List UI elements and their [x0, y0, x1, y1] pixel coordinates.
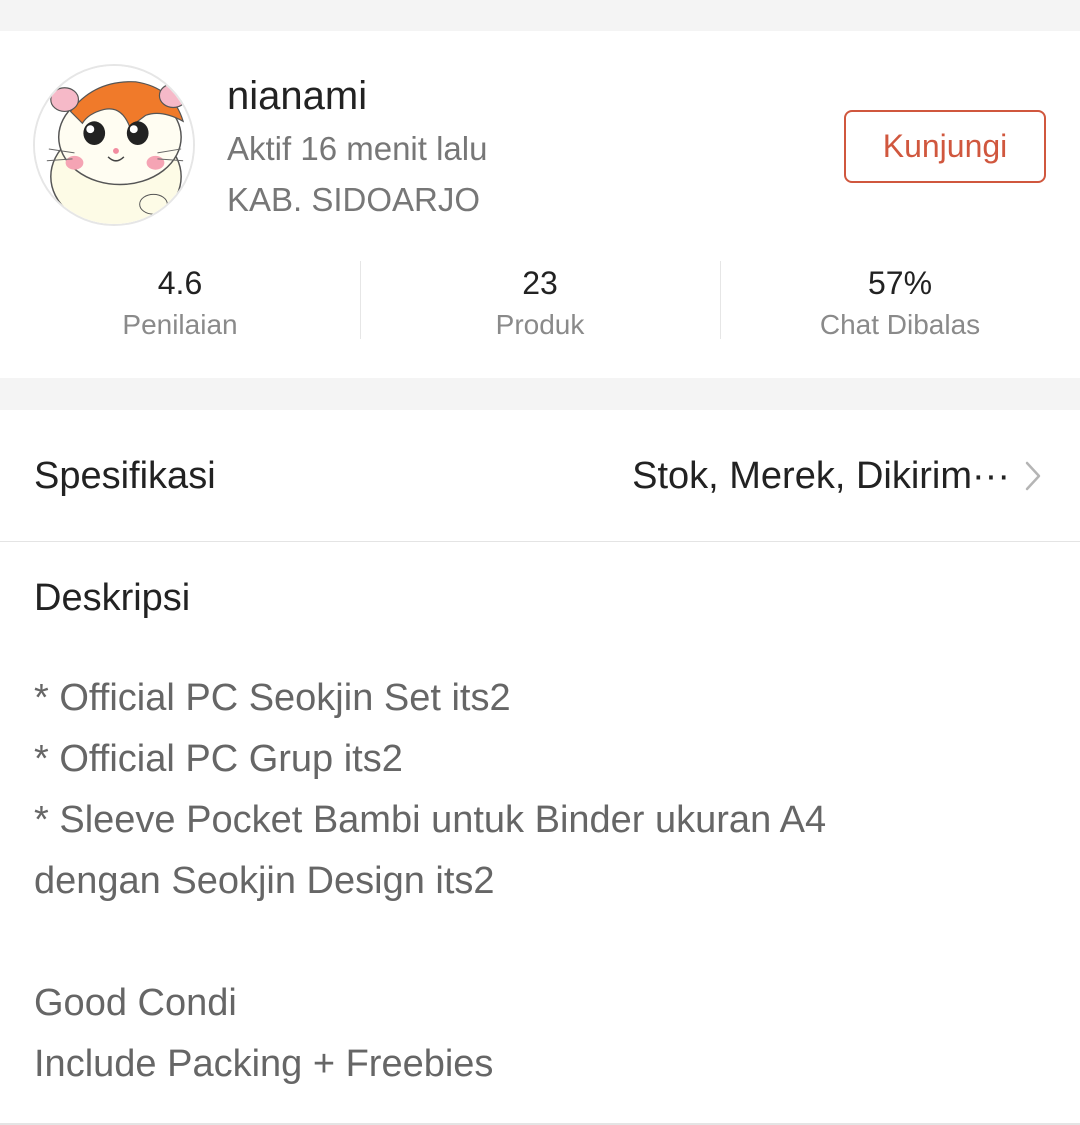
product-detail-page: nianami Aktif 16 menit lalu KAB. SIDOARJ… — [0, 0, 1080, 1125]
visit-shop-button[interactable]: Kunjungi — [844, 110, 1046, 183]
description-body: * Official PC Seokjin Set its2 * Officia… — [34, 668, 1044, 1095]
description-line — [34, 912, 1044, 973]
stat-label: Chat Dibalas — [819, 309, 981, 340]
specification-value: Stok, Merek, Dikirim··· — [632, 455, 1010, 497]
description-line: * Official PC Grup its2 — [34, 738, 403, 780]
shop-stats: 4.6 Penilaian 23 Produk 57% Chat Dibalas — [0, 261, 1080, 341]
stat-value: 4.6 — [157, 265, 203, 301]
description-line: Good Condi — [34, 982, 237, 1024]
avatar-image — [35, 66, 193, 224]
stat-label: Produk — [495, 309, 585, 340]
stat-label: Penilaian — [122, 309, 238, 340]
description-line: dengan Seokjin Design its2 — [34, 860, 495, 902]
stat-value: 57% — [867, 265, 933, 301]
description-line: * Official PC Seokjin Set its2 — [34, 677, 511, 719]
chevron-right-icon — [1025, 461, 1041, 491]
stat-rating: 4.6 Penilaian — [0, 261, 360, 341]
product-details: Spesifikasi Stok, Merek, Dikirim··· Desk… — [0, 410, 1080, 1125]
stat-products[interactable]: 23 Produk — [360, 261, 720, 341]
shop-card: nianami Aktif 16 menit lalu KAB. SIDOARJ… — [0, 31, 1080, 378]
shop-active-status: Aktif 16 menit lalu — [227, 130, 488, 167]
specification-label: Spesifikasi — [34, 455, 216, 497]
stat-chat-reply: 57% Chat Dibalas — [720, 261, 1080, 341]
hamster-avatar-icon[interactable] — [33, 64, 195, 226]
description-title: Deskripsi — [34, 577, 191, 619]
specification-row[interactable]: Spesifikasi Stok, Merek, Dikirim··· — [0, 410, 1080, 542]
description-line: Include Packing + Freebies — [34, 1043, 494, 1085]
stat-value: 23 — [522, 265, 558, 301]
shop-location: KAB. SIDOARJO — [227, 181, 481, 218]
description-line: * Sleeve Pocket Bambi untuk Binder ukura… — [34, 799, 827, 841]
shop-name[interactable]: nianami — [227, 72, 367, 120]
